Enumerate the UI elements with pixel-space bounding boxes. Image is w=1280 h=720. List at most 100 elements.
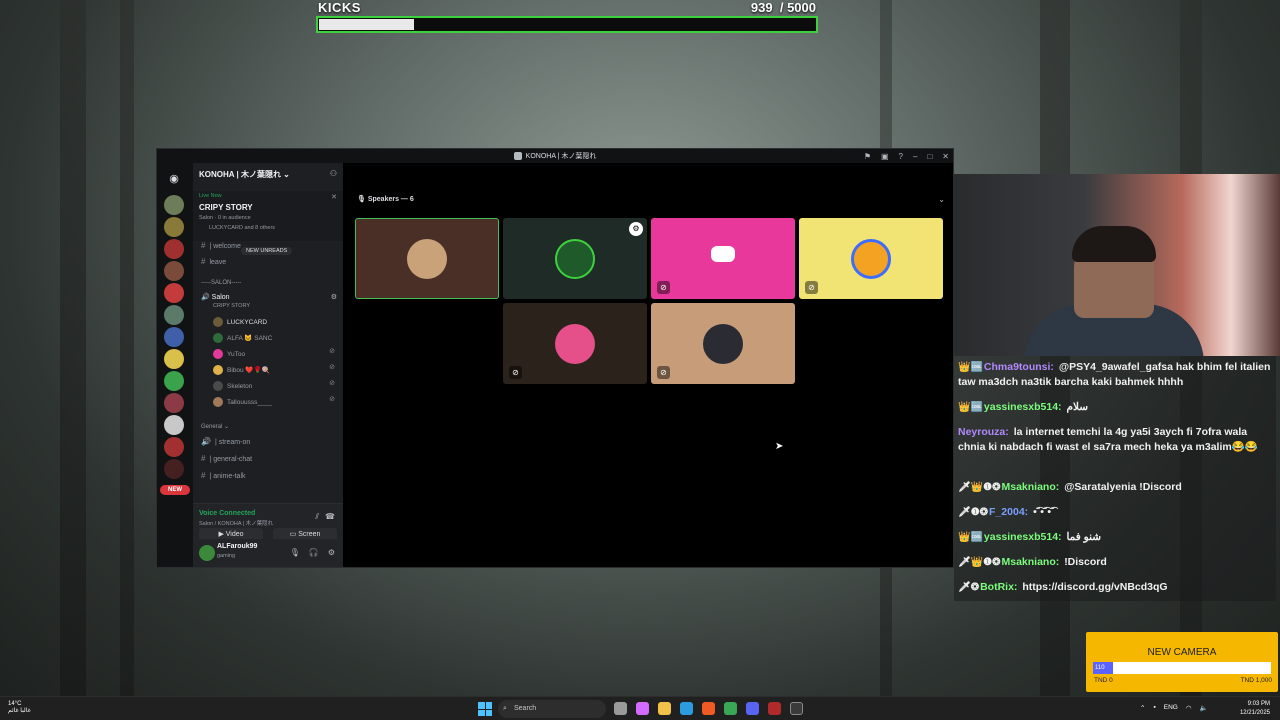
channel-salon[interactable]: 🔊 Salon [201, 293, 230, 301]
chat-message: Neyrouza: la internet temchi la 4g ya5i … [958, 426, 1258, 453]
microphone-icon[interactable]: 🎙 [290, 548, 300, 557]
language-indicator[interactable]: ENG [1164, 704, 1178, 712]
speaker-tile[interactable]: ⊘ [503, 303, 647, 384]
server-icon[interactable] [164, 261, 184, 281]
voice-member[interactable]: Bibou ❤️🌹🍭 [213, 365, 270, 375]
webcam-feed [954, 174, 1280, 356]
new-unreads-pill[interactable]: NEW UNREADS [241, 247, 293, 255]
mic-off-icon: ⊘ [329, 380, 335, 387]
speakers-header: 🎙 Speakers — 6 [357, 196, 414, 203]
volume-icon[interactable]: 🔈 [1200, 704, 1208, 712]
live-stage-card[interactable]: Live Now CRIPY STORY Salon · 0 in audien… [193, 191, 343, 241]
server-icon[interactable] [164, 437, 184, 457]
speaker-tile[interactable]: ⊘ [651, 303, 795, 384]
avatar[interactable] [199, 545, 215, 561]
noise-suppression-icon[interactable]: ⫽ [315, 512, 319, 522]
server-icon[interactable] [164, 239, 184, 259]
voice-member[interactable]: Skeleton [213, 381, 252, 391]
category-salon[interactable]: -----SALON----- [201, 280, 241, 286]
speaker-tile[interactable] [355, 218, 499, 299]
voice-member[interactable]: ALFA 🐱 SANC [213, 333, 272, 343]
wifi-icon[interactable]: ◠ [1186, 704, 1192, 712]
screen-icon: ▭ [289, 531, 299, 538]
file-explorer-icon[interactable] [658, 702, 671, 715]
server-icon[interactable] [164, 305, 184, 325]
discord-home-icon[interactable]: ◉ [164, 169, 184, 189]
speaker-tile[interactable]: ⊘ [651, 218, 795, 299]
voice-member[interactable]: Tallouusss____ [213, 397, 272, 407]
chevron-down-icon[interactable]: ⌄ [938, 195, 945, 204]
help-icon[interactable]: ? [899, 152, 903, 161]
chevron-up-icon[interactable]: ⌃ [1140, 704, 1145, 712]
gear-icon[interactable]: ⚙ [328, 548, 335, 557]
category-general[interactable]: General ⌄ [201, 423, 229, 430]
minimize-button[interactable]: – [913, 152, 917, 161]
avatar [703, 323, 743, 364]
server-icon[interactable] [164, 217, 184, 237]
server-icon[interactable] [164, 283, 184, 303]
app-icon[interactable] [768, 702, 781, 715]
chrome-icon[interactable] [724, 702, 737, 715]
obs-icon[interactable] [790, 702, 803, 715]
settings-icon[interactable]: ⚙ [629, 222, 643, 236]
server-icon[interactable] [164, 459, 184, 479]
kicks-progress-bar [316, 16, 818, 33]
channel-settings-icon[interactable]: ⚙ [331, 293, 337, 301]
voice-path[interactable]: Salon / KONOHA | 木ノ葉隠れ [199, 519, 273, 527]
avatar [407, 238, 447, 279]
voice-member[interactable]: YuToo [213, 349, 245, 359]
server-icon[interactable] [164, 393, 184, 413]
channel-welcome[interactable]: # | welcome [201, 241, 241, 250]
speaker-tile[interactable]: ⚙ [503, 218, 647, 299]
stream-chat: 👑🆒Chma9tounsi: @PSY4_9awafel_gafsa hak b… [954, 356, 1276, 601]
server-icon[interactable] [164, 327, 184, 347]
channel-anime-talk[interactable]: # | anime-talk [201, 471, 246, 480]
taskbar: 14°C غالبا غائم ⌕ Search ⌃ ▪ ENG ◠ 🔈 9:03 … [0, 696, 1280, 720]
window-title: KONOHA | 木ノ葉隠れ [525, 153, 597, 160]
voice-member[interactable]: LUCKYCARD [213, 317, 267, 327]
mic-off-icon: ⊘ [329, 396, 335, 403]
close-button[interactable]: ✕ [942, 152, 949, 161]
avatar [851, 238, 891, 279]
weather-widget[interactable]: 14°C غالبا غائم [8, 701, 31, 715]
server-icon[interactable] [164, 371, 184, 391]
goal-max: TND 1,000 [1240, 677, 1272, 684]
tray-app-icon[interactable]: ▪ [1153, 704, 1155, 712]
server-icon[interactable] [164, 195, 184, 215]
start-button[interactable] [478, 702, 492, 716]
disconnect-icon[interactable]: ☎ [325, 512, 335, 521]
clock[interactable]: 9:03 PM 12/21/2025 [1240, 700, 1270, 718]
copilot-icon[interactable] [636, 702, 649, 715]
chat-message: 👑🆒yassinesxb514: شنو فما [958, 531, 1102, 543]
add-member-icon[interactable]: ⚇ [330, 169, 337, 178]
username[interactable]: ALFarouk99 [217, 543, 257, 550]
system-tray: ⌃ ▪ ENG ◠ 🔈 [1140, 704, 1208, 712]
channel-general-chat[interactable]: # | general-chat [201, 454, 252, 463]
brave-icon[interactable] [702, 702, 715, 715]
close-icon[interactable]: ✕ [331, 193, 337, 201]
server-icon[interactable] [164, 415, 184, 435]
channel-leave[interactable]: # leave [201, 257, 226, 266]
discord-icon[interactable] [746, 702, 759, 715]
voice-status: Voice Connected [199, 510, 256, 517]
server-name[interactable]: KONOHA | 木ノ葉隠れ ⌄ [199, 169, 290, 180]
task-view-icon[interactable] [614, 702, 627, 715]
maximize-button[interactable]: □ [927, 152, 932, 161]
headphones-icon[interactable]: 🎧 [309, 548, 319, 557]
chat-message: 🗡❂BotRix: https://discord.gg/vNBcd3qG [958, 581, 1168, 593]
channel-stream-on[interactable]: 🔊 | stream-on [201, 437, 250, 446]
search-icon: ⌕ [503, 705, 507, 712]
user-panel: ALFarouk99 gaming 🎙 🎧 ⚙ [193, 539, 343, 567]
discord-logo-icon [711, 246, 735, 262]
search-box[interactable]: ⌕ Search [498, 700, 606, 718]
kicks-title: KICKS [318, 0, 361, 15]
mic-off-icon: ⊘ [657, 366, 670, 379]
goal-min: TND 0 [1094, 677, 1113, 684]
flag-icon[interactable]: ⚑ [864, 152, 871, 161]
server-icon[interactable] [164, 349, 184, 369]
inbox-icon[interactable]: ▣ [881, 152, 889, 161]
chat-message: 🗡❶❂F_2004: •͡˘•͡˘•͡˘ [958, 506, 1055, 518]
chat-message: 👑🆒Chma9tounsi: @PSY4_9awafel_gafsa hak b… [958, 361, 1271, 388]
edge-icon[interactable] [680, 702, 693, 715]
speaker-tile[interactable]: ⊘ [799, 218, 943, 299]
